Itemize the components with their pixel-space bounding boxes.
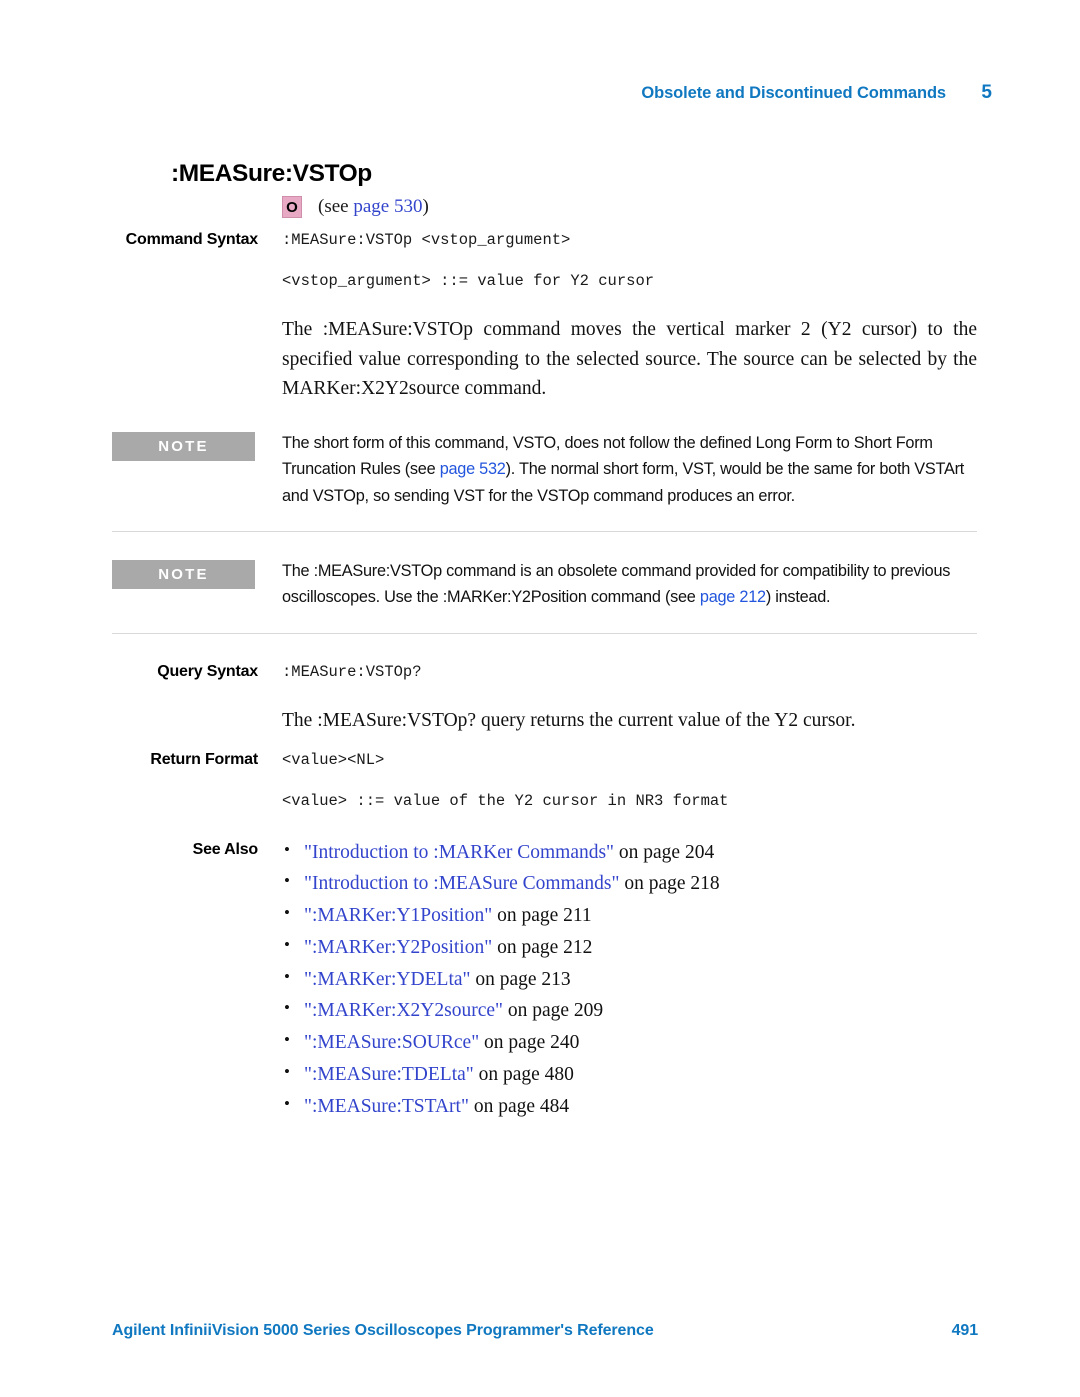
list-item: ":MARKer:X2Y2source" on page 209	[282, 994, 977, 1027]
query-description: The :MEASure:VSTOp? query returns the cu…	[282, 709, 856, 731]
page-content: :MEASure:VSTOp O (see page 530) Command …	[112, 160, 977, 1123]
see-also-link[interactable]: ":MARKer:Y2Position"	[304, 937, 492, 958]
note-divider-1	[112, 531, 977, 533]
note-badge-1: NOTE	[112, 431, 255, 461]
see-also-page: on page 211	[492, 905, 592, 927]
command-syntax-section: Command Syntax :MEASure:VSTOp <vstop_arg…	[112, 228, 977, 404]
page-running-footer: Agilent InfiniiVision 5000 Series Oscill…	[112, 1322, 978, 1340]
see-also-page: on page 218	[619, 873, 720, 895]
note-1-page-link[interactable]: page 532	[440, 460, 506, 478]
return-format-line-1: <value><NL>	[282, 750, 385, 769]
return-format-label: Return Format	[150, 750, 258, 768]
see-also-link[interactable]: ":MARKer:X2Y2source"	[304, 1000, 503, 1021]
see-suffix-text: )	[422, 196, 429, 217]
command-syntax-label: Command Syntax	[125, 231, 259, 248]
command-syntax-line-1: :MEASure:VSTOp <vstop_argument>	[282, 231, 571, 249]
see-prefix-text: (see	[318, 196, 354, 217]
footer-document-title: Agilent InfiniiVision 5000 Series Oscill…	[112, 1322, 654, 1339]
command-syntax-body: :MEASure:VSTOp <vstop_argument> <vstop_a…	[270, 228, 977, 404]
see-also-page: on page 213	[470, 968, 571, 990]
command-syntax-line-2: <vstop_argument> ::= value for Y2 cursor	[282, 272, 655, 291]
see-also-link[interactable]: "Introduction to :MEASure Commands"	[304, 873, 619, 894]
see-also-link[interactable]: ":MEASure:TSTArt"	[304, 1096, 469, 1117]
query-syntax-label: Query Syntax	[157, 662, 258, 680]
see-also-link[interactable]: ":MARKer:YDELta"	[304, 969, 470, 990]
see-also-page: on page 204	[614, 841, 715, 863]
note-2-page-link[interactable]: page 212	[700, 588, 766, 606]
see-also-page: on page 212	[492, 936, 593, 958]
obsolete-badge-icon: O	[282, 196, 302, 218]
command-description: The :MEASure:VSTOp command moves the ver…	[282, 319, 977, 400]
page-title: :MEASure:VSTOp	[171, 160, 372, 187]
query-syntax-section: Query Syntax :MEASure:VSTOp? The :MEASur…	[112, 660, 977, 736]
see-also-label: See Also	[192, 840, 259, 858]
list-item: ":MARKer:Y2Position" on page 212	[282, 931, 977, 964]
return-format-section: Return Format <value><NL> <value> ::= va…	[112, 748, 977, 813]
note-divider-2	[112, 632, 977, 634]
see-also-link[interactable]: ":MARKer:Y1Position"	[304, 905, 492, 926]
page-running-header: Obsolete and Discontinued Commands 5	[0, 82, 1080, 104]
see-also-link[interactable]: ":MEASure:SOURce"	[304, 1032, 479, 1053]
footer-page-number: 491	[951, 1322, 979, 1339]
list-item: ":MEASure:SOURce" on page 240	[282, 1026, 977, 1059]
list-item: "Introduction to :MARKer Commands" on pa…	[282, 836, 977, 869]
note-2-text-after: ) instead.	[765, 588, 831, 607]
list-item: ":MEASure:TDELta" on page 480	[282, 1058, 977, 1091]
list-item: ":MARKer:YDELta" on page 213	[282, 963, 977, 996]
see-also-link[interactable]: ":MEASure:TDELta"	[304, 1064, 474, 1085]
note-2-text-before: The :MEASure:VSTOp command is an obsolet…	[282, 562, 951, 607]
list-item: "Introduction to :MEASure Commands" on p…	[282, 867, 977, 900]
see-also-list: "Introduction to :MARKer Commands" on pa…	[270, 836, 977, 1123]
query-syntax-line-1: :MEASure:VSTOp?	[282, 662, 422, 681]
see-page-reference: (see page 530)	[318, 196, 429, 218]
see-also-page: on page 209	[502, 1000, 604, 1022]
see-page-link[interactable]: page 530	[353, 196, 422, 217]
return-format-body: <value><NL> <value> ::= value of the Y2 …	[270, 748, 977, 813]
note-badge-2: NOTE	[112, 560, 255, 590]
list-item: ":MARKer:Y1Position" on page 211	[282, 899, 977, 932]
header-chapter-number: 5	[981, 82, 992, 103]
note-block-2: NOTE The :MEASure:VSTOp command is an ob…	[112, 558, 977, 611]
see-also-page: on page 484	[468, 1095, 570, 1117]
return-format-line-2: <value> ::= value of the Y2 cursor in NR…	[282, 791, 729, 810]
obsolete-marker-row: O (see page 530)	[282, 194, 977, 220]
note-block-1: NOTE The short form of this command, VST…	[112, 430, 977, 509]
see-also-page: on page 240	[479, 1032, 580, 1054]
header-chapter-title: Obsolete and Discontinued Commands	[641, 84, 946, 102]
note-text-1: The short form of this command, VSTO, do…	[282, 430, 977, 509]
see-also-section: See Also "Introduction to :MARKer Comman…	[112, 836, 977, 1123]
query-syntax-body: :MEASure:VSTOp? The :MEASure:VSTOp? quer…	[270, 660, 977, 736]
note-text-2: The :MEASure:VSTOp command is an obsolet…	[282, 558, 977, 611]
list-item: ":MEASure:TSTArt" on page 484	[282, 1090, 977, 1123]
see-also-link[interactable]: "Introduction to :MARKer Commands"	[304, 842, 614, 863]
see-also-page: on page 480	[473, 1064, 574, 1085]
